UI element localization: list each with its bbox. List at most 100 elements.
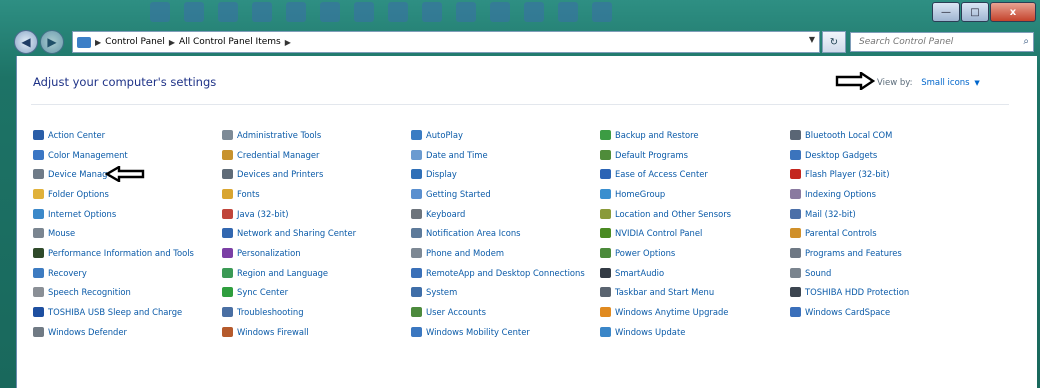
search-box[interactable]: ⌕ (850, 32, 1034, 52)
control-panel-item[interactable]: Backup and Restore (600, 125, 731, 145)
address-dropdown-icon[interactable]: ▼ (809, 35, 815, 44)
close-icon: x (1009, 6, 1017, 18)
control-panel-item[interactable]: Desktop Gadgets (790, 145, 909, 165)
control-panel-item[interactable]: Mouse (33, 223, 194, 243)
item-column: Bluetooth Local COM Desktop Gadgets Flash … (790, 125, 909, 322)
control-panel-item[interactable]: Color Management (33, 145, 194, 165)
control-panel-item[interactable]: Recovery (33, 263, 194, 283)
control-panel-item[interactable]: TOSHIBA USB Sleep and Charge (33, 302, 194, 322)
item-label: Indexing Options (805, 188, 876, 199)
control-panel-item[interactable]: Folder Options (33, 184, 194, 204)
breadcrumb-separator-icon[interactable]: ▶ (169, 38, 175, 47)
control-panel-item[interactable]: HomeGroup (600, 184, 731, 204)
control-panel-item[interactable]: Keyboard (411, 204, 585, 224)
breadcrumb-all-items[interactable]: All Control Panel Items (179, 37, 281, 47)
control-panel-item[interactable]: Windows Anytime Upgrade (600, 302, 731, 322)
control-panel-item[interactable]: Action Center (33, 125, 194, 145)
control-panel-item[interactable]: Power Options (600, 243, 731, 263)
control-panel-item[interactable]: Taskbar and Start Menu (600, 283, 731, 303)
close-button[interactable]: x (990, 2, 1036, 22)
item-label: Programs and Features (805, 247, 902, 258)
control-panel-item[interactable]: Windows Firewall (222, 322, 356, 342)
item-label: Windows Mobility Center (426, 326, 530, 337)
item-column: Backup and Restore Default Programs Ease o… (600, 125, 731, 342)
control-panel-item[interactable]: Credential Manager (222, 145, 356, 165)
breadcrumb-separator-icon[interactable]: ▶ (95, 38, 101, 47)
control-panel-item[interactable]: Administrative Tools (222, 125, 356, 145)
breadcrumb-separator-icon[interactable]: ▶ (285, 38, 291, 47)
control-panel-item[interactable]: Windows Update (600, 322, 731, 342)
minimize-button[interactable]: — (932, 2, 960, 22)
control-panel-item[interactable]: Devices and Printers (222, 164, 356, 184)
control-panel-item[interactable]: Mail (32-bit) (790, 204, 909, 224)
speaker-icon (790, 267, 801, 278)
control-panel-item[interactable]: Notification Area Icons (411, 223, 585, 243)
recovery-icon (33, 267, 44, 278)
item-label: Location and Other Sensors (615, 208, 732, 219)
control-panel-item[interactable]: Java (32-bit) (222, 204, 356, 224)
background-icon (422, 2, 442, 22)
control-panel-item[interactable]: System (411, 283, 585, 303)
item-column: AutoPlay Date and Time Display Getting Star… (411, 125, 585, 342)
control-panel-item[interactable]: Ease of Access Center (600, 164, 731, 184)
control-panel-item[interactable]: Fonts (222, 184, 356, 204)
control-panel-item[interactable]: RemoteApp and Desktop Connections (411, 263, 585, 283)
control-panel-item[interactable]: User Accounts (411, 302, 585, 322)
control-panel-item[interactable]: Bluetooth Local COM (790, 125, 909, 145)
control-panel-item[interactable]: NVIDIA Control Panel (600, 223, 731, 243)
view-by-control: View by: Small icons ▼ (877, 78, 980, 88)
cardspace-icon (790, 307, 801, 318)
control-panel-item[interactable]: Parental Controls (790, 223, 909, 243)
address-bar[interactable]: ▶ Control Panel ▶ All Control Panel Item… (72, 31, 820, 53)
item-label: System (426, 287, 458, 298)
back-button[interactable]: ◀ (14, 30, 38, 54)
control-panel-item[interactable]: Network and Sharing Center (222, 223, 356, 243)
item-label: Administrative Tools (237, 129, 322, 140)
maximize-button[interactable]: □ (961, 2, 989, 22)
control-panel-item[interactable]: Date and Time (411, 145, 585, 165)
control-panel-item[interactable]: Getting Started (411, 184, 585, 204)
control-panel-item[interactable]: Performance Information and Tools (33, 243, 194, 263)
item-label: SmartAudio (615, 267, 665, 278)
item-label: Recovery (48, 267, 87, 278)
monitor-icon (33, 149, 44, 160)
background-icon (524, 2, 544, 22)
control-panel-item[interactable]: Speech Recognition (33, 283, 194, 303)
indexing-icon (790, 188, 801, 199)
item-label: Sync Center (237, 287, 289, 298)
forward-button[interactable]: ▶ (40, 30, 64, 54)
control-panel-item[interactable]: Location and Other Sensors (600, 204, 731, 224)
vault-icon (222, 149, 233, 160)
refresh-button[interactable]: ↻ (822, 31, 846, 53)
control-panel-item[interactable]: Windows Mobility Center (411, 322, 585, 342)
item-label: Backup and Restore (615, 129, 699, 140)
control-panel-item[interactable]: Windows Defender (33, 322, 194, 342)
item-label: Parental Controls (805, 228, 877, 239)
control-panel-item[interactable]: Indexing Options (790, 184, 909, 204)
control-panel-item[interactable]: Personalization (222, 243, 356, 263)
display-icon (411, 169, 422, 180)
control-panel-item[interactable]: TOSHIBA HDD Protection (790, 283, 909, 303)
control-panel-item[interactable]: Region and Language (222, 263, 356, 283)
control-panel-item[interactable]: Default Programs (600, 145, 731, 165)
background-icon (252, 2, 272, 22)
control-panel-item[interactable]: Phone and Modem (411, 243, 585, 263)
control-panel-item[interactable]: SmartAudio (600, 263, 731, 283)
control-panel-item[interactable]: Troubleshooting (222, 302, 356, 322)
control-panel-item[interactable]: Sound (790, 263, 909, 283)
chevron-down-icon[interactable]: ▼ (974, 79, 979, 87)
default-programs-icon (600, 149, 611, 160)
control-panel-item[interactable]: Flash Player (32-bit) (790, 164, 909, 184)
item-label: Mouse (48, 228, 76, 239)
control-panel-item[interactable]: Display (411, 164, 585, 184)
control-panel-item[interactable]: Sync Center (222, 283, 356, 303)
breadcrumb-control-panel[interactable]: Control Panel (105, 37, 165, 47)
control-panel-item[interactable]: Internet Options (33, 204, 194, 224)
item-label: Taskbar and Start Menu (615, 287, 715, 298)
search-input[interactable] (857, 36, 1011, 48)
control-panel-item[interactable]: Windows CardSpace (790, 302, 909, 322)
control-panel-item[interactable]: AutoPlay (411, 125, 585, 145)
control-panel-item[interactable]: Programs and Features (790, 243, 909, 263)
search-icon[interactable]: ⌕ (1023, 36, 1029, 47)
view-by-dropdown[interactable]: Small icons (921, 78, 969, 88)
